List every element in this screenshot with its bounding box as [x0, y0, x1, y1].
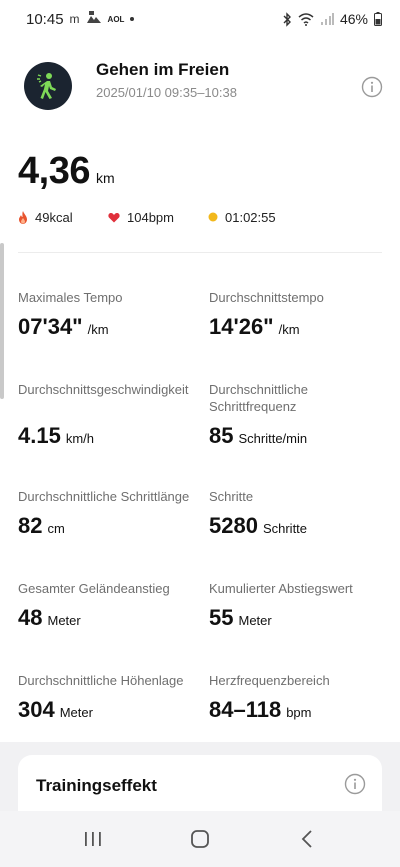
metric-value: 55: [209, 605, 234, 630]
more-notifications-dot-icon: [130, 17, 135, 21]
metric-value-row: 14'26" /km: [209, 314, 399, 340]
photo-notification-icon: [86, 10, 102, 28]
metric-unit: Meter: [238, 613, 272, 628]
metric-value: 14'26": [209, 314, 274, 339]
metric-value: 85: [209, 423, 234, 448]
metric-value: 48: [18, 605, 43, 630]
heart-rate-stat: 104bpm: [108, 210, 208, 225]
metric-steps: Schritte 5280 Schritte: [209, 488, 399, 539]
status-right: 46%: [282, 11, 382, 27]
info-icon[interactable]: [361, 76, 383, 98]
duration-stat: 01:02:55: [208, 210, 276, 225]
status-bar: 10:45 m AOL 46%: [0, 0, 400, 38]
workout-datetime: 2025/01/10 09:35–10:38: [96, 85, 237, 100]
distance-value: 4,36: [18, 150, 90, 192]
metric-value-row: 07'34" /km: [18, 314, 208, 340]
metric-unit: Schritte/min: [238, 431, 308, 446]
info-icon[interactable]: [344, 773, 366, 795]
status-time: 10:45: [26, 10, 64, 28]
metric-unit: cm: [47, 521, 65, 536]
metric-unit: Schritte: [262, 521, 308, 536]
metric-unit: /km: [87, 322, 109, 337]
metric-total-ascent: Gesamter Geländeanstieg 48 Meter: [18, 580, 208, 631]
metric-label: Durchschnittliche Schrittlänge: [18, 489, 190, 504]
flame-icon: [18, 210, 28, 224]
metric-value-row: 304 Meter: [18, 697, 208, 723]
metric-label: Durchschnittliche Höhenlage: [18, 673, 184, 688]
metric-unit: Meter: [59, 705, 93, 720]
aol-notification-label: AOL: [107, 14, 125, 24]
metric-label: Herzfrequenzbereich: [209, 673, 330, 688]
metric-value-row: 4.15 km/h: [18, 423, 208, 449]
signal-icon: [320, 13, 334, 25]
status-left: 10:45 m AOL: [26, 10, 135, 28]
metric-value-row: 5280 Schritte: [209, 513, 399, 539]
metric-unit: km/h: [65, 431, 94, 446]
metric-value: 304: [18, 697, 55, 722]
distance-unit: km: [95, 170, 115, 186]
metric-total-descent: Kumulierter Abstiegswert 55 Meter: [209, 580, 399, 631]
workout-title: Gehen im Freien: [96, 60, 230, 79]
metric-avg-altitude: Durchschnittliche Höhenlage 304 Meter: [18, 672, 208, 723]
walking-person-icon: [24, 62, 72, 110]
metric-label: Durchschnittliche Schrittfrequenz: [209, 382, 308, 414]
duration-value: 01:02:55: [225, 209, 276, 225]
calories-stat: 49kcal: [18, 210, 108, 225]
battery-percent: 46%: [339, 11, 368, 27]
metric-value: 07'34": [18, 314, 83, 339]
metric-value-row: 85 Schritte/min: [209, 423, 339, 449]
metric-label: Gesamter Geländeanstieg: [18, 581, 170, 596]
metric-avg-speed: Durchschnittsgeschwindigkeit 4.15 km/h: [18, 381, 208, 449]
metric-avg-cadence: Durchschnittliche Schrittfrequenz 85 Sch…: [209, 381, 339, 449]
home-button[interactable]: [180, 819, 220, 859]
metric-value: 84–118: [209, 697, 282, 722]
system-nav-bar: [0, 811, 400, 867]
metric-value: 4.15: [18, 423, 61, 448]
back-button[interactable]: [287, 819, 327, 859]
training-effect-title: Trainingseffekt: [36, 776, 157, 795]
metric-heart-rate-range: Herzfrequenzbereich 84–118 bpm: [209, 672, 399, 723]
metric-value: 5280: [209, 513, 258, 538]
metric-label: Maximales Tempo: [18, 290, 123, 305]
workout-header: Gehen im Freien 2025/01/10 09:35–10:38: [0, 58, 400, 118]
section-divider: [18, 252, 382, 253]
recent-apps-button[interactable]: [73, 819, 113, 859]
metric-label: Kumulierter Abstiegswert: [209, 581, 353, 596]
metric-label: Durchschnittsgeschwindigkeit: [18, 382, 189, 397]
wifi-icon: [298, 12, 314, 26]
distance-summary: 4,36 km: [18, 150, 115, 193]
screen: 10:45 m AOL 46% Gehen im Freien 2025/01/…: [0, 0, 400, 867]
metric-unit: /km: [278, 322, 300, 337]
scroll-indicator: [0, 243, 4, 399]
bluetooth-icon: [282, 11, 292, 27]
battery-icon: [374, 12, 382, 26]
metric-unit: bpm: [286, 705, 312, 720]
metric-avg-pace: Durchschnittstempo 14'26" /km: [209, 289, 399, 340]
metric-label: Schritte: [209, 489, 254, 504]
metric-value: 82: [18, 513, 43, 538]
metric-value-row: 55 Meter: [209, 605, 399, 631]
metric-avg-stride: Durchschnittliche Schrittlänge 82 cm: [18, 488, 208, 539]
summary-stats-row: 49kcal 104bpm 01:02:55: [18, 207, 382, 227]
metric-label: Durchschnittstempo: [209, 290, 324, 305]
calories-value: 49kcal: [35, 209, 73, 225]
heart-rate-value: 104bpm: [127, 209, 174, 225]
metric-value-row: 48 Meter: [18, 605, 208, 631]
metric-value-row: 82 cm: [18, 513, 208, 539]
carrier-glyph: m: [69, 12, 80, 26]
metric-max-pace: Maximales Tempo 07'34" /km: [18, 289, 208, 340]
duration-dot-icon: [208, 212, 218, 222]
metric-unit: Meter: [47, 613, 81, 628]
heart-icon: [108, 212, 120, 223]
metric-value-row: 84–118 bpm: [209, 697, 399, 723]
